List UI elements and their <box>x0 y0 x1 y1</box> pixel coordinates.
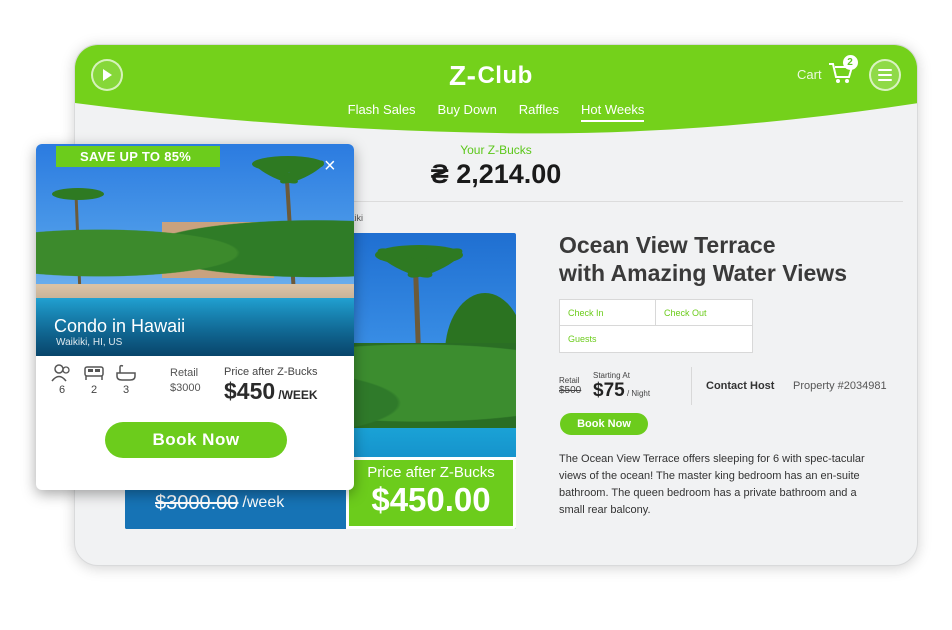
listing-title-line2: with Amazing Water Views <box>559 260 847 286</box>
card-location: Waikiki, HI, US <box>56 337 123 348</box>
booking-form: Check In Check Out Guests <box>559 299 753 353</box>
per-week-label: /week <box>242 494 285 511</box>
listing-title: Ocean View Terrace with Amazing Water Vi… <box>559 231 899 287</box>
card-retail: Retail $3000 <box>170 366 201 396</box>
cart-count-badge: 2 <box>842 55 858 70</box>
card-retail-price: $3000 <box>170 382 201 394</box>
bed-icon <box>84 366 104 380</box>
cart-icon: 2 <box>828 55 858 87</box>
retail-rate: Retail $500 <box>559 376 593 396</box>
check-out-field[interactable]: Check Out <box>656 300 752 326</box>
card-retail-label: Retail <box>170 367 199 379</box>
card-per-week: /WEEK <box>278 388 318 402</box>
play-icon <box>103 69 112 81</box>
save-up-to-badge: SAVE UP TO 85% <box>56 146 220 167</box>
listing-description: The Ocean View Terrace offers sleeping f… <box>559 453 865 516</box>
amenities: 6 2 3 <box>50 364 138 396</box>
close-icon[interactable]: × <box>324 156 336 176</box>
guests-amenity: 6 <box>50 364 74 396</box>
listing-title-line1: Ocean View Terrace <box>559 232 776 258</box>
card-zbucks-value: $450 <box>224 378 276 404</box>
retail-price: $500 <box>559 385 582 396</box>
zbucks-price-box: Price after Z-Bucks $450.00 <box>346 457 516 529</box>
logo-text: Club <box>477 62 533 89</box>
zbucks-price-value: $450.00 <box>371 481 491 518</box>
property-id: Property #2034981 <box>793 380 887 392</box>
nav-hot-weeks[interactable]: Hot Weeks <box>581 102 645 122</box>
old-weekly-price: $3000.00 <box>155 491 239 514</box>
book-now-button[interactable]: Book Now <box>560 413 648 435</box>
card-title: Condo in Hawaii <box>54 316 186 336</box>
guests-icon <box>51 364 70 382</box>
site-header: Z- Club Cart 2 Flash Sales Buy Down Raff… <box>75 45 917 135</box>
card-book-now-button[interactable]: Book Now <box>105 422 287 458</box>
main-nav: Flash Sales Buy Down Raffles Hot Weeks <box>75 102 917 122</box>
site-logo[interactable]: Z- Club <box>449 59 533 93</box>
guests-field[interactable]: Guests <box>560 326 752 352</box>
card-zbucks-label: Price after Z-Bucks <box>224 366 318 378</box>
rates-row: Retail $500 Starting At $75 / Night Cont… <box>559 367 899 405</box>
beds-amenity: 2 <box>82 364 106 396</box>
starting-label: Starting At <box>593 370 630 380</box>
hamburger-icon <box>878 69 892 71</box>
nav-flash-sales[interactable]: Flash Sales <box>348 102 416 122</box>
baths-count: 3 <box>122 384 130 396</box>
listing-card-popup: SAVE UP TO 85% × Condo in Hawaii Waikiki… <box>36 144 354 490</box>
check-in-field[interactable]: Check In <box>560 300 656 326</box>
menu-button[interactable] <box>869 59 901 91</box>
card-zbucks-price: Price after Z-Bucks $450 /WEEK <box>224 366 318 405</box>
contact-host-link[interactable]: Contact Host <box>691 367 793 405</box>
bath-icon <box>116 364 136 381</box>
play-button[interactable] <box>91 59 123 91</box>
per-night-label: / Night <box>626 388 651 398</box>
starting-rate: Starting At $75 / Night <box>593 371 691 402</box>
nav-buy-down[interactable]: Buy Down <box>438 102 497 122</box>
starting-price: $75 <box>593 379 625 401</box>
cart-label: Cart <box>797 66 822 82</box>
cart-button[interactable]: Cart 2 <box>797 55 858 87</box>
zbucks-price-label: Price after Z-Bucks <box>367 464 495 481</box>
baths-amenity: 3 <box>114 364 138 396</box>
retail-label: Retail <box>559 376 580 385</box>
nav-raffles[interactable]: Raffles <box>519 102 559 122</box>
guests-count: 6 <box>58 384 66 396</box>
beds-count: 2 <box>90 384 98 396</box>
logo-mark: Z- <box>449 60 477 91</box>
